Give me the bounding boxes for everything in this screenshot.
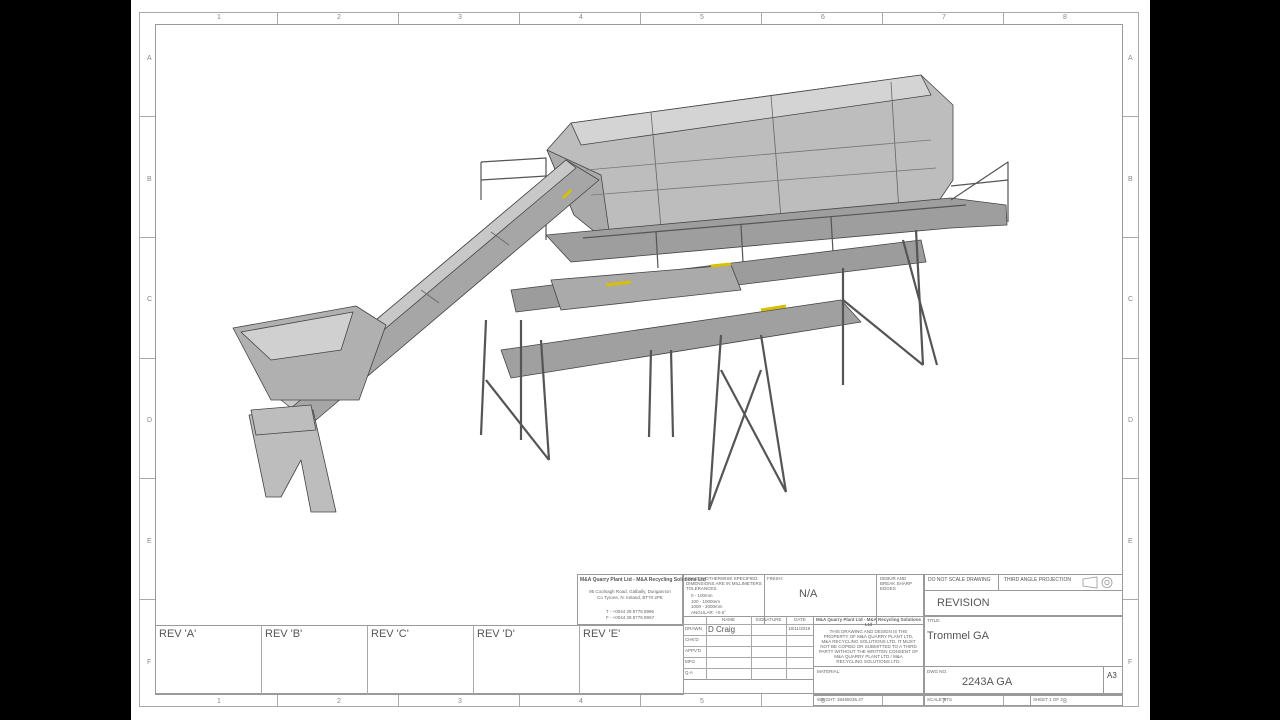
do-not-scale-note: DO NOT SCALE DRAWING [928,577,991,583]
tolerance-heading: UNLESS OTHERWISE SPECIFIED: DIMENSIONS A… [686,576,762,591]
signature-role: Q.A [685,670,693,675]
signature-col-divider [706,616,707,680]
revision-label: REVISION [937,597,990,609]
revision-divider [261,625,262,695]
third-angle-projection-icon [1082,576,1113,589]
copyright-line: RECYCLING SOLUTIONS LTD. [836,659,901,664]
hopper-stand [248,404,337,513]
revision-cell-label: REV 'D' [477,628,515,640]
revision-cell-label: REV 'C' [371,628,409,640]
signature-col-divider [751,616,752,680]
oversize-conveyor [500,299,862,379]
signature-role: CHK'D [685,637,699,642]
company-fax: F - +0044 28 8775 8957 [605,615,655,620]
scale-label: SCALE:NTS [927,697,953,702]
revision-cell-label: REV 'E' [583,628,621,640]
dwg-no-label: DWG NO. [927,669,948,674]
drawing-title: Trommel GA [927,630,989,642]
signature-header: DATE [794,617,806,622]
side-discharge-conveyor [550,264,742,311]
signature-role: MFG [685,659,695,664]
projection-label: THIRD ANGLE PROJECTION [1004,577,1071,583]
weight-label: WEIGHT: 38495036.47 [817,697,864,702]
revision-divider [579,625,580,695]
signature-name: D Craig [708,625,736,634]
sheet-size: A3 [1107,671,1117,680]
finish-value: N/A [799,588,818,600]
copyright-title: M&A Quarry Plant Ltd - M&A Recycling Sol… [816,617,921,627]
company-address-2: Co Tyrone, N. Ireland, BT70 2PE [597,595,663,600]
company-name: M&A Quarry Plant Ltd - M&A Recycling Sol… [580,577,706,583]
trommel-assembly [232,74,1009,513]
dwg-no-box [924,666,1104,695]
signature-date: 18/11/2019 [788,626,811,631]
signature-row-divider [683,646,814,647]
revision-divider [473,625,474,695]
signature-header: NAME [721,617,735,622]
revision-cell-label: REV 'A' [159,628,197,640]
title-label: TITLE: [927,618,941,623]
deburr-note: DEBUR AND BREAK SHARP EDGES [880,576,912,591]
signature-row-divider [683,624,814,625]
signature-col-divider [786,616,787,680]
material-label: MATERIAL: [817,669,841,674]
signature-row-divider [683,668,814,669]
signature-role: APPV'D [685,648,702,653]
signature-role: DRAWN [685,626,702,631]
signature-header: SIGNATURE [755,617,782,622]
dwg-no: 2243A GA [962,676,1013,688]
signature-row-divider [683,657,814,658]
drawing-sheet: 1234567812345678ABCDEFABCDEF REV 'A' REV… [131,0,1150,720]
tolerance-line: ANGULAR: +0.5° [691,609,726,615]
sheet-number: SHEET 1 OF 2 [1033,697,1063,702]
finish-label: FINISH: [767,576,784,581]
revision-divider [367,625,368,695]
signature-row-divider [683,635,814,636]
revision-cell-label: REV 'B' [265,628,303,640]
